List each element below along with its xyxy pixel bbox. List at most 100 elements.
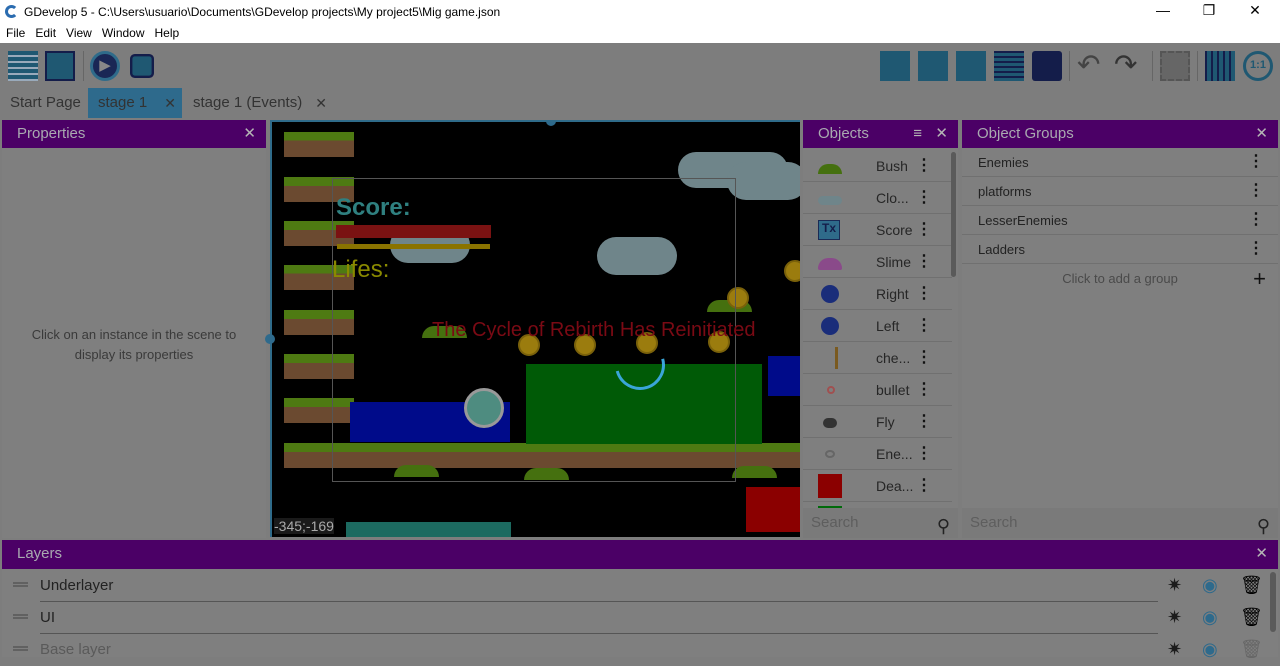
tab-start-page[interactable]: Start Page: [0, 88, 88, 118]
layer-row[interactable]: Underlayer: [2, 570, 1162, 602]
tab-stage-1[interactable]: stage 1 ✕: [88, 88, 182, 118]
scrollbar[interactable]: [1270, 572, 1276, 632]
drag-handle-icon[interactable]: [13, 582, 28, 587]
object-item[interactable]: Dea... ⋮: [803, 470, 952, 502]
object-item[interactable]: Left ⋮: [803, 310, 952, 342]
group-item[interactable]: platforms ⋮: [962, 177, 1278, 206]
more-icon[interactable]: ⋮: [916, 445, 932, 463]
object-item[interactable]: bullet ⋮: [803, 374, 952, 406]
preview-icon[interactable]: ▶: [90, 51, 120, 81]
menu-window[interactable]: Window: [96, 22, 149, 40]
groups-search-input[interactable]: Search ⚲: [962, 508, 1278, 538]
object-item[interactable]: Fly ⋮: [803, 406, 952, 438]
more-icon[interactable]: ⋮: [916, 477, 932, 495]
object-item[interactable]: Clo... ⋮: [803, 182, 952, 214]
minimize-button[interactable]: —: [1148, 2, 1178, 18]
title-bar: GDevelop 5 - C:\Users\usuario\Documents\…: [0, 0, 1280, 22]
close-window-button[interactable]: ✕: [1240, 2, 1270, 19]
object-item[interactable]: Tx Score ⋮: [803, 214, 952, 246]
group-item[interactable]: Enemies ⋮: [962, 148, 1278, 177]
bullet-icon: [827, 386, 835, 394]
delete-icon[interactable]: 🗑: [1240, 575, 1263, 596]
layer-row[interactable]: UI: [2, 602, 1162, 634]
drag-handle-icon[interactable]: [13, 614, 28, 619]
grid-icon[interactable]: [1205, 51, 1235, 81]
more-icon[interactable]: ⋮: [1248, 240, 1264, 258]
group-item[interactable]: LesserEnemies ⋮: [962, 206, 1278, 235]
close-tab-icon[interactable]: ✕: [315, 88, 327, 118]
more-icon[interactable]: ⋮: [916, 221, 932, 239]
right-arrow-icon: [821, 285, 839, 303]
more-icon[interactable]: ⋮: [916, 413, 932, 431]
object-item[interactable]: che... ⋮: [803, 342, 952, 374]
object-name: Bush: [876, 158, 908, 174]
objects-search-input[interactable]: Search ⚲: [803, 508, 958, 538]
debugger-icon[interactable]: [130, 54, 154, 78]
panel-header: Layers ✕: [2, 540, 1278, 569]
tab-bar: Start Page stage 1 ✕ stage 1 (Events) ✕: [0, 88, 333, 118]
redo-icon[interactable]: ↷: [1114, 51, 1144, 81]
add-group-button[interactable]: Click to add a group +: [962, 264, 1278, 294]
object-item[interactable]: Right ⋮: [803, 278, 952, 310]
panel-header: Objects ≡ ✕: [803, 120, 958, 148]
scene-properties-icon[interactable]: [45, 51, 75, 81]
undo-icon[interactable]: ↶: [1077, 51, 1107, 81]
more-icon[interactable]: ⋮: [1248, 153, 1264, 171]
layer-name[interactable]: UI: [40, 609, 55, 626]
menu-help[interactable]: Help: [149, 22, 184, 40]
more-icon[interactable]: ⋮: [1248, 182, 1264, 200]
more-icon[interactable]: ⋮: [916, 381, 932, 399]
layer-name[interactable]: Underlayer: [40, 577, 113, 594]
zoom-reset-icon[interactable]: 1:1: [1243, 51, 1273, 81]
window-title: GDevelop 5 - C:\Users\usuario\Documents\…: [24, 5, 501, 19]
menu-file[interactable]: File: [0, 22, 29, 40]
health-bar: [336, 225, 491, 238]
more-icon[interactable]: ⋮: [916, 157, 932, 175]
lighting-icon[interactable]: ✷: [1167, 607, 1182, 628]
search-icon: ⚲: [936, 516, 950, 536]
drag-handle-icon[interactable]: [13, 646, 28, 651]
more-icon[interactable]: ⋮: [916, 349, 932, 367]
group-item[interactable]: Ladders ⋮: [962, 235, 1278, 264]
project-manager-icon[interactable]: [8, 51, 38, 81]
more-icon[interactable]: ⋮: [916, 253, 932, 271]
object-item[interactable]: Slime ⋮: [803, 246, 952, 278]
object-item[interactable]: Ene... ⋮: [803, 438, 952, 470]
resize-handle[interactable]: [546, 122, 556, 126]
group-name: Ladders: [978, 242, 1025, 257]
layer-name[interactable]: Base layer: [40, 641, 111, 658]
delete-icon[interactable]: 🗑: [1240, 607, 1263, 628]
close-icon[interactable]: ✕: [935, 120, 948, 148]
object-groups-icon[interactable]: [918, 51, 948, 81]
layer-row[interactable]: Base layer: [2, 634, 1162, 666]
objects-panel-icon[interactable]: [880, 51, 910, 81]
restore-button[interactable]: ❐: [1194, 2, 1224, 19]
instances-list-icon[interactable]: [994, 51, 1024, 81]
more-icon[interactable]: ⋮: [916, 317, 932, 335]
filter-icon[interactable]: ≡: [913, 120, 922, 148]
close-tab-icon[interactable]: ✕: [164, 88, 176, 118]
visibility-eye-icon[interactable]: ◉: [1202, 607, 1218, 628]
visibility-eye-icon[interactable]: ◉: [1202, 575, 1218, 596]
group-name: LesserEnemies: [978, 213, 1068, 228]
add-icon[interactable]: +: [1253, 264, 1266, 294]
more-icon[interactable]: ⋮: [916, 189, 932, 207]
close-icon[interactable]: ✕: [1255, 540, 1268, 568]
delete-selection-icon[interactable]: [1160, 51, 1190, 81]
layers-panel-icon[interactable]: [1032, 51, 1062, 81]
resize-handle[interactable]: [265, 334, 275, 344]
tab-stage-1-events[interactable]: stage 1 (Events) ✕: [183, 88, 333, 118]
tab-label: Start Page: [10, 94, 81, 111]
object-item[interactable]: Bush ⋮: [803, 150, 952, 182]
object-name: Dea...: [876, 478, 914, 494]
more-icon[interactable]: ⋮: [916, 285, 932, 303]
close-icon[interactable]: ✕: [1255, 120, 1268, 148]
menu-edit[interactable]: Edit: [29, 22, 60, 40]
close-icon[interactable]: ✕: [243, 120, 256, 148]
scrollbar[interactable]: [951, 152, 956, 277]
menu-view[interactable]: View: [60, 22, 96, 40]
more-icon[interactable]: ⋮: [1248, 211, 1264, 229]
lighting-icon[interactable]: ✷: [1167, 575, 1182, 596]
properties-panel-icon[interactable]: [956, 51, 986, 81]
scene-canvas[interactable]: Score: Lifes: The Cycle of Rebirth Has R…: [270, 120, 800, 537]
